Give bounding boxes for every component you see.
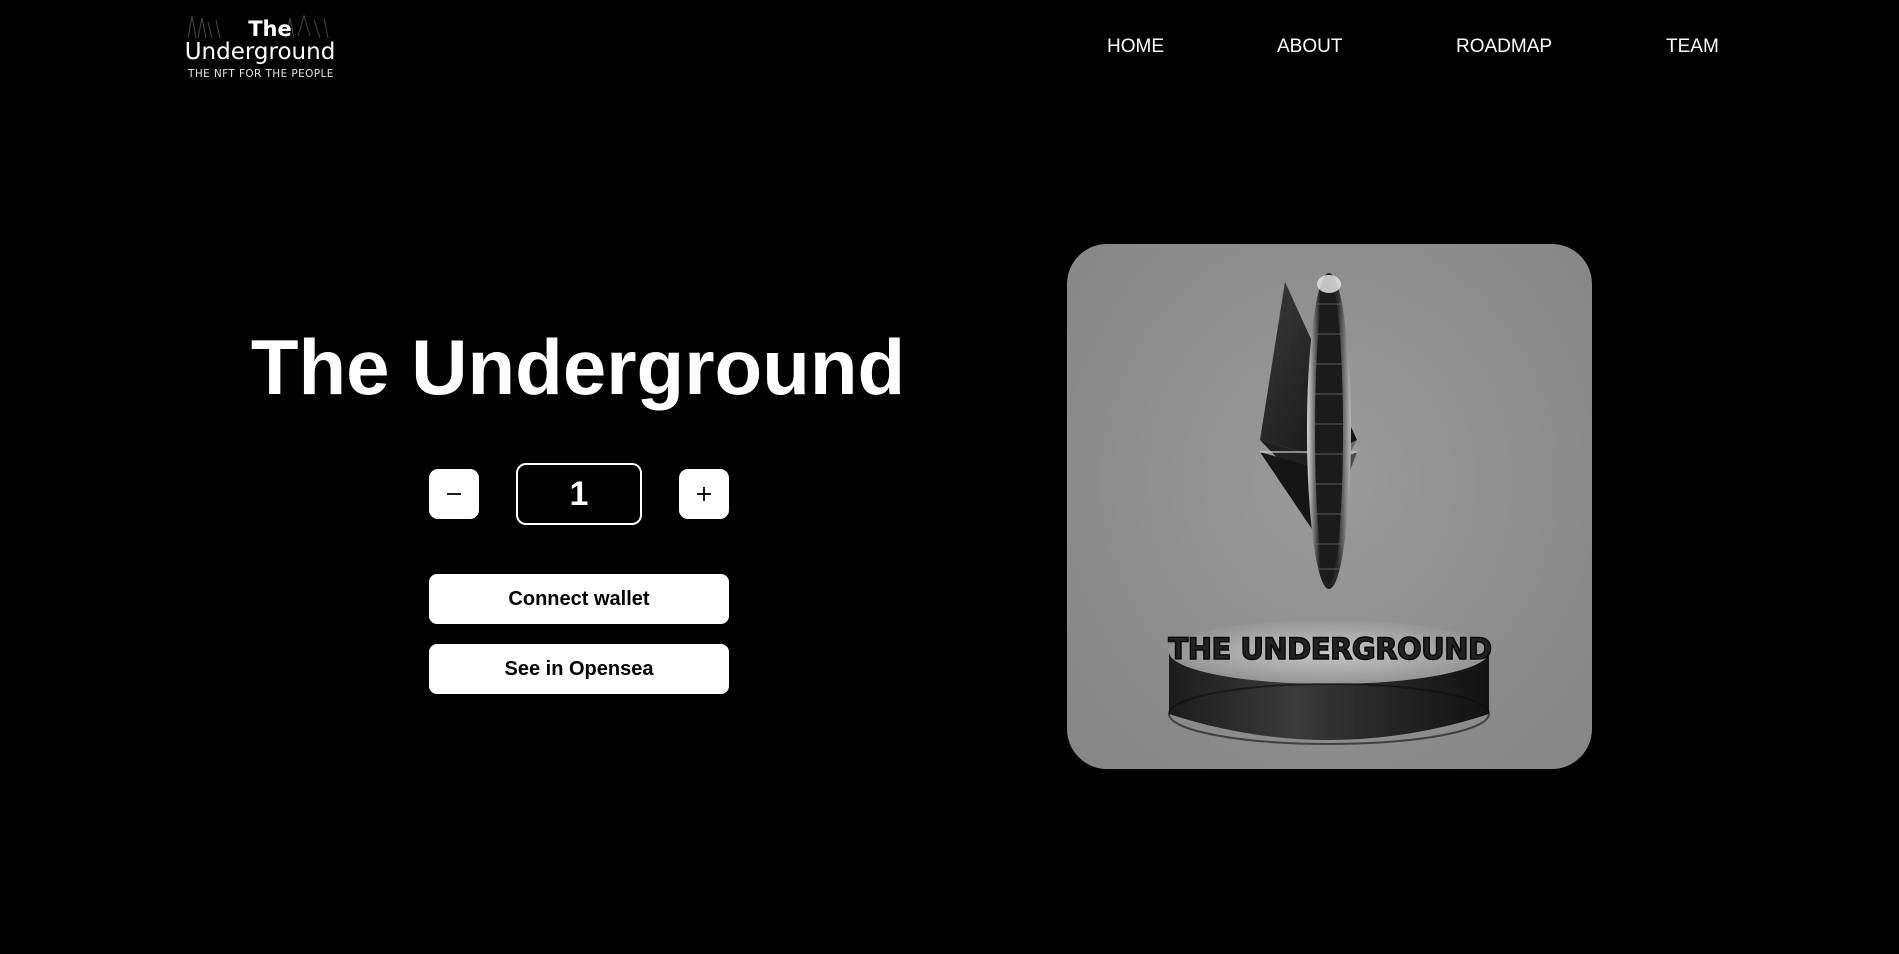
logo-tagline: THE NFT FOR THE PEOPLE <box>188 68 334 80</box>
hero-title: The Underground <box>250 323 906 411</box>
nav-roadmap[interactable]: ROADMAP <box>1456 36 1552 58</box>
increment-button[interactable] <box>679 469 729 519</box>
nav-home[interactable]: HOME <box>1107 36 1164 58</box>
page: The Underground THE NFT FOR THE PEOPLE H… <box>0 0 1899 954</box>
quantity-input[interactable]: 1 <box>516 463 642 525</box>
nft-artwork-card: THE UNDERGROUND <box>1067 244 1592 769</box>
coin-icon <box>1307 273 1351 589</box>
nav-team[interactable]: TEAM <box>1666 36 1719 58</box>
plus-icon <box>697 487 711 501</box>
opensea-button[interactable]: See in Opensea <box>429 644 729 694</box>
main-nav: HOME ABOUT ROADMAP TEAM <box>0 36 1899 62</box>
decrement-button[interactable] <box>429 469 479 519</box>
plinth-text: THE UNDERGROUND <box>1168 632 1491 666</box>
nav-about[interactable]: ABOUT <box>1277 36 1342 58</box>
minus-icon <box>447 493 461 495</box>
connect-wallet-button[interactable]: Connect wallet <box>429 574 729 624</box>
nft-artwork: THE UNDERGROUND <box>1168 273 1493 745</box>
